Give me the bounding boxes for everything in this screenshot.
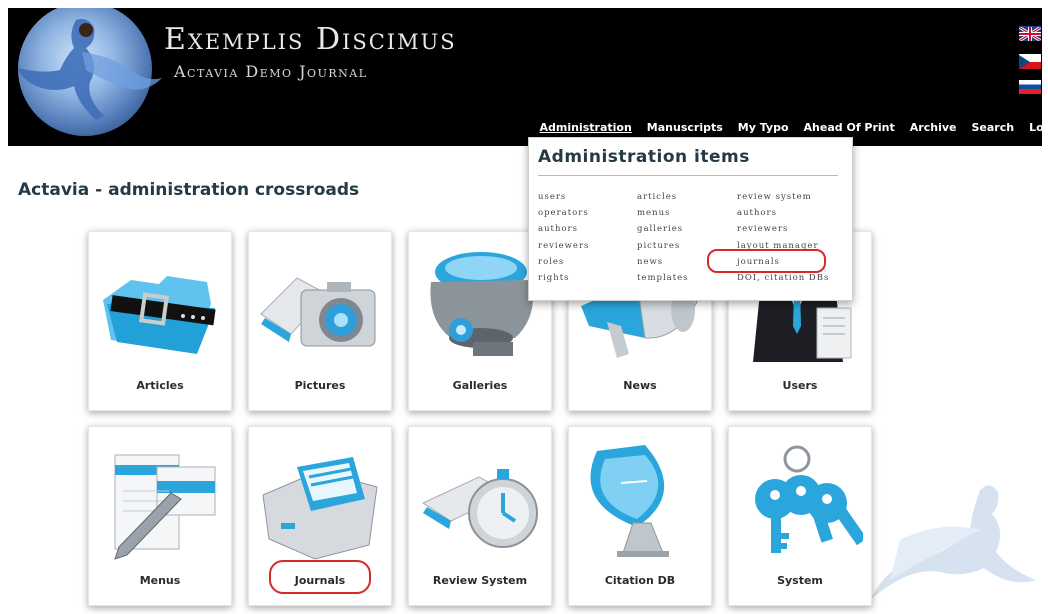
dd-item-journals[interactable]: journals bbox=[737, 254, 829, 270]
dd-item-pictures[interactable]: pictures bbox=[637, 238, 689, 254]
tile-review-system[interactable]: Review System bbox=[408, 426, 552, 606]
dropdown-column: articles menus galleries pictures news t… bbox=[637, 189, 689, 286]
camera-icon bbox=[260, 277, 376, 347]
page-title: Actavia - administration crossroads bbox=[18, 180, 360, 200]
tile-articles[interactable]: Articles bbox=[88, 231, 232, 411]
dd-item-templates[interactable]: templates bbox=[637, 270, 689, 286]
main-navigation: Administration Manuscripts My Typo Ahead… bbox=[532, 121, 1043, 134]
tile-label: Pictures bbox=[294, 379, 346, 392]
tile-label: Articles bbox=[136, 379, 184, 392]
dropdown-column: users operators authors reviewers roles … bbox=[538, 189, 589, 286]
tile-label: Galleries bbox=[452, 379, 508, 392]
tile-menus[interactable]: Menus bbox=[88, 426, 232, 606]
keys-icon bbox=[755, 445, 863, 553]
stopwatch-icon bbox=[421, 469, 538, 548]
tile-label: Users bbox=[782, 379, 818, 392]
czech-flag-icon[interactable] bbox=[1019, 54, 1041, 69]
dd-item-doi-citation-dbs[interactable]: DOI, citation DBs bbox=[737, 270, 829, 286]
slovak-flag-icon[interactable] bbox=[1019, 80, 1041, 94]
dd-item-menus[interactable]: menus bbox=[637, 205, 689, 221]
nav-administration[interactable]: Administration bbox=[532, 121, 639, 134]
tile-journals[interactable]: Journals bbox=[248, 426, 392, 606]
tile-citation-db[interactable]: Citation DB bbox=[568, 426, 712, 606]
dd-item-operators[interactable]: operators bbox=[538, 205, 589, 221]
dd-item-layout-manager[interactable]: layout manager bbox=[737, 238, 829, 254]
document-pen-icon bbox=[114, 454, 216, 560]
tile-label: News bbox=[623, 379, 657, 392]
satellite-dish-icon bbox=[590, 445, 669, 557]
dd-item-galleries[interactable]: galleries bbox=[637, 221, 689, 237]
nav-logout[interactable]: Logout bbox=[1022, 121, 1042, 134]
dd-item-roles[interactable]: roles bbox=[538, 254, 589, 270]
folder-icon bbox=[103, 276, 216, 354]
nav-my-typo[interactable]: My Typo bbox=[730, 121, 796, 134]
nav-manuscripts[interactable]: Manuscripts bbox=[639, 121, 730, 134]
tile-label: System bbox=[777, 574, 823, 587]
tile-label: Journals bbox=[294, 574, 346, 587]
tile-label: Review System bbox=[432, 574, 528, 587]
projector-icon bbox=[430, 252, 533, 356]
administration-dropdown: Administration items users operators aut… bbox=[528, 137, 853, 301]
dd-item-rights[interactable]: rights bbox=[538, 270, 589, 286]
uk-flag-icon[interactable] bbox=[1018, 25, 1042, 43]
dd-item-users[interactable]: users bbox=[538, 189, 589, 205]
dd-item-reviewers[interactable]: reviewers bbox=[737, 221, 829, 237]
dd-item-reviewers[interactable]: reviewers bbox=[538, 238, 589, 254]
dd-item-authors[interactable]: authors bbox=[737, 205, 829, 221]
dd-item-review-system[interactable]: review system bbox=[737, 189, 829, 205]
site-subtitle: Actavia Demo Journal bbox=[174, 62, 368, 81]
dd-item-news[interactable]: news bbox=[637, 254, 689, 270]
site-header: Exemplis Discimus Actavia Demo Journal A… bbox=[8, 8, 1042, 146]
file-drawer-icon bbox=[262, 457, 378, 560]
dropdown-divider bbox=[538, 175, 838, 176]
dancer-watermark bbox=[870, 485, 1036, 600]
dd-item-authors[interactable]: authors bbox=[538, 221, 589, 237]
tile-label: Menus bbox=[139, 574, 181, 587]
dropdown-title: Administration items bbox=[538, 147, 750, 167]
tile-pictures[interactable]: Pictures bbox=[248, 231, 392, 411]
dd-item-articles[interactable]: articles bbox=[637, 189, 689, 205]
nav-archive[interactable]: Archive bbox=[902, 121, 964, 134]
tile-system[interactable]: System bbox=[728, 426, 872, 606]
nav-ahead-of-print[interactable]: Ahead Of Print bbox=[796, 121, 902, 134]
tile-label: Citation DB bbox=[604, 574, 676, 587]
site-title: Exemplis Discimus bbox=[164, 22, 457, 57]
dancer-illustration bbox=[18, 19, 162, 120]
dropdown-column: review system authors reviewers layout m… bbox=[737, 189, 829, 286]
nav-search[interactable]: Search bbox=[964, 121, 1022, 134]
